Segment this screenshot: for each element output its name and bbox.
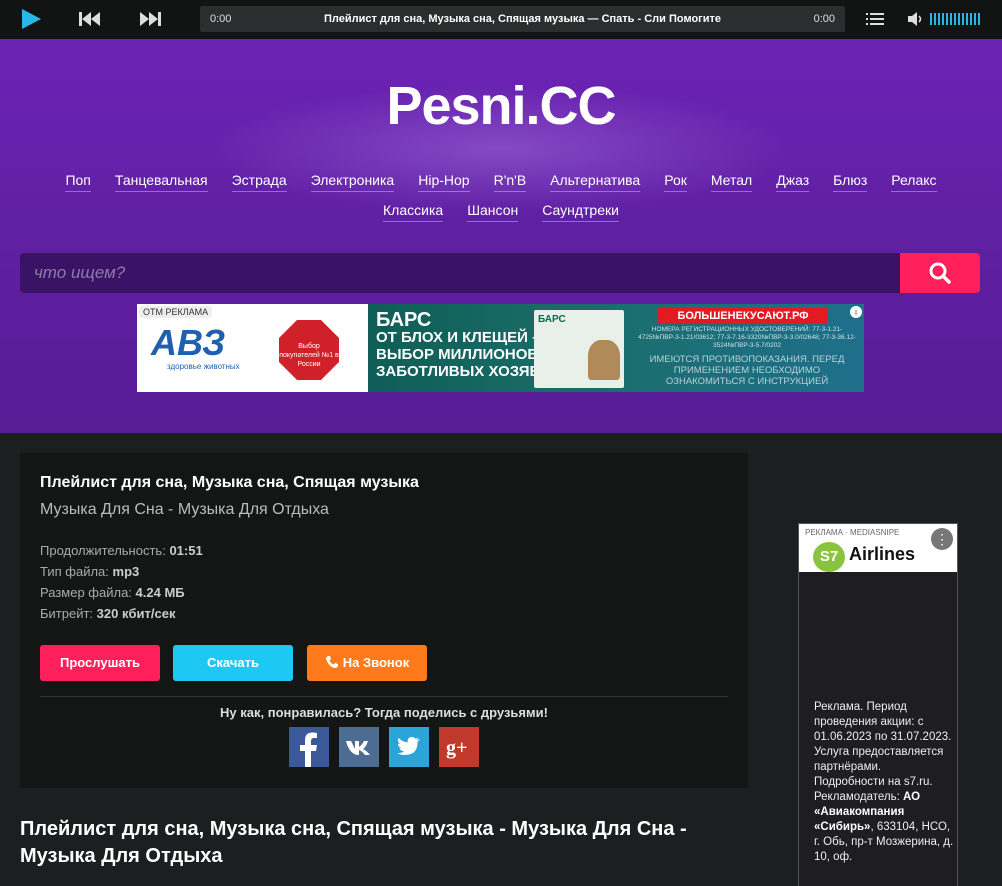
genre-nav-row2: Классика Шансон Саундтреки	[0, 202, 1002, 222]
award-badge: Выбор покупателей №1 в России	[279, 320, 339, 380]
nav-alternative[interactable]: Альтернатива	[550, 172, 641, 192]
ad-green-panel: БАРС ОТ БЛОХ И КЛЕЩЕЙ – ВЫБОР МИЛЛИОНОВ …	[368, 304, 864, 392]
playlist-icon	[866, 13, 884, 25]
ad-warning: ИМЕЮТСЯ ПРОТИВОПОКАЗАНИЯ. ПЕРЕД ПРИМЕНЕН…	[649, 354, 845, 387]
nav-blues[interactable]: Блюз	[833, 172, 868, 192]
track-progress[interactable]: 0:00 Плейлист для сна, Музыка сна, Спяща…	[200, 6, 845, 32]
track-title: Плейлист для сна, Музыка сна, Спящая муз…	[323, 13, 722, 25]
meta-size: Размер файла: 4.24 МБ	[40, 585, 185, 600]
nav-soundtracks[interactable]: Саундтреки	[542, 202, 619, 222]
genre-nav: Поп Танцевальная Эстрада Электроника Hip-Hop…	[0, 172, 1002, 192]
divider	[40, 696, 728, 697]
nav-rock[interactable]: Рок	[664, 172, 687, 192]
product-pack-image: БАРС	[534, 310, 624, 388]
google-plus-icon: g+	[446, 737, 467, 759]
volume-icon	[908, 12, 980, 26]
s7-logo-text: Airlines	[849, 544, 916, 564]
nav-electronic[interactable]: Электроника	[310, 172, 395, 192]
page-heading: Плейлист для сна, Музыка сна, Спящая муз…	[20, 818, 687, 867]
ad-regs: НОМЕРА РЕГИСТРАЦИОННЫХ УДОСТОВЕРЕНИЙ: 77…	[638, 326, 856, 349]
nav-pop[interactable]: Поп	[65, 172, 91, 192]
svg-text:g+: g+	[446, 737, 467, 759]
play-button[interactable]	[20, 8, 46, 30]
more-options-icon[interactable]: ⋮	[931, 528, 953, 550]
download-button[interactable]: Скачать	[173, 645, 293, 681]
share-google-plus[interactable]: g+	[439, 727, 479, 767]
avz-logo: АВЗ	[151, 322, 226, 363]
audio-player-bar: 0:00 Плейлист для сна, Музыка сна, Спяща…	[0, 0, 1002, 39]
previous-icon	[79, 12, 100, 26]
share-vk[interactable]	[339, 727, 379, 767]
nav-hiphop[interactable]: Hip-Hop	[418, 172, 470, 192]
side-ad-logo-area: РЕКЛАМА · MEDIASNIPE S7 Airlines ⋮	[799, 524, 957, 572]
meta-duration: Продолжительность: 01:51	[40, 543, 203, 558]
facebook-icon	[300, 732, 317, 767]
site-header: Pesni.CC Поп Танцевальная Эстрада Электрони…	[0, 39, 1002, 433]
next-icon	[140, 12, 161, 26]
share-prompt: Ну как, понравилась? Тогда поделись с др…	[220, 705, 548, 720]
previous-button[interactable]	[78, 8, 104, 30]
search-icon	[929, 262, 951, 284]
meta-bitrate: Битрейт: 320 кбит/сек	[40, 606, 176, 621]
ad-headline: БАРС ОТ БЛОХ И КЛЕЩЕЙ – ВЫБОР МИЛЛИОНОВ …	[376, 309, 551, 380]
nav-relax[interactable]: Релакс	[891, 172, 937, 192]
side-ad[interactable]: РЕКЛАМА · MEDIASNIPE S7 Airlines ⋮ Рекла…	[798, 523, 958, 886]
nav-jazz[interactable]: Джаз	[776, 172, 810, 192]
avz-tagline: здоровье животных	[167, 362, 240, 371]
song-title: Плейлист для сна, Музыка сна, Спящая муз…	[40, 474, 419, 491]
ad-white-panel: ОТМ РЕКЛАМА АВЗ здоровье животных Выбор …	[137, 304, 368, 392]
nav-metal[interactable]: Метал	[710, 172, 753, 192]
site-logo[interactable]: Pesni.CC	[0, 75, 1002, 137]
nav-rnb[interactable]: R'n'B	[493, 172, 527, 192]
twitter-icon	[397, 737, 420, 755]
next-button[interactable]	[138, 8, 164, 30]
side-ad-label: РЕКЛАМА · MEDIASNIPE	[805, 528, 900, 537]
search-input[interactable]	[20, 253, 900, 293]
meta-type: Тип файла: mp3	[40, 564, 140, 579]
share-twitter[interactable]	[389, 727, 429, 767]
banner-ad[interactable]: ОТМ РЕКЛАМА АВЗ здоровье животных Выбор …	[137, 304, 864, 392]
ringtone-button[interactable]: На Звонок	[307, 645, 427, 681]
song-card: Плейлист для сна, Музыка сна, Спящая муз…	[20, 453, 748, 788]
nav-estrada[interactable]: Эстрада	[231, 172, 287, 192]
total-time: 0:00	[813, 13, 835, 25]
listen-button[interactable]: Прослушать	[40, 645, 160, 681]
phone-icon	[325, 656, 338, 668]
ad-label[interactable]: ОТМ РЕКЛАМА	[139, 306, 213, 318]
s7-logo-icon: S7	[813, 542, 845, 572]
vk-icon	[346, 741, 370, 755]
nav-dance[interactable]: Танцевальная	[114, 172, 208, 192]
nav-chanson[interactable]: Шансон	[467, 202, 519, 222]
search-button[interactable]	[900, 253, 980, 293]
side-ad-text: Реклама. Период проведения акции: с 01.0…	[814, 701, 954, 863]
ad-info-icon[interactable]: i	[850, 306, 862, 318]
playlist-button[interactable]	[866, 8, 892, 30]
share-facebook[interactable]	[289, 727, 329, 767]
nav-classic[interactable]: Классика	[383, 202, 444, 222]
song-artist[interactable]: Музыка Для Сна - Музыка Для Отдыха	[40, 501, 329, 519]
ad-site-link[interactable]: БОЛЬШЕНЕКУСАЮТ.РФ	[658, 308, 828, 324]
play-icon	[22, 9, 41, 29]
cat-image	[588, 340, 620, 380]
volume-control[interactable]	[907, 8, 987, 30]
